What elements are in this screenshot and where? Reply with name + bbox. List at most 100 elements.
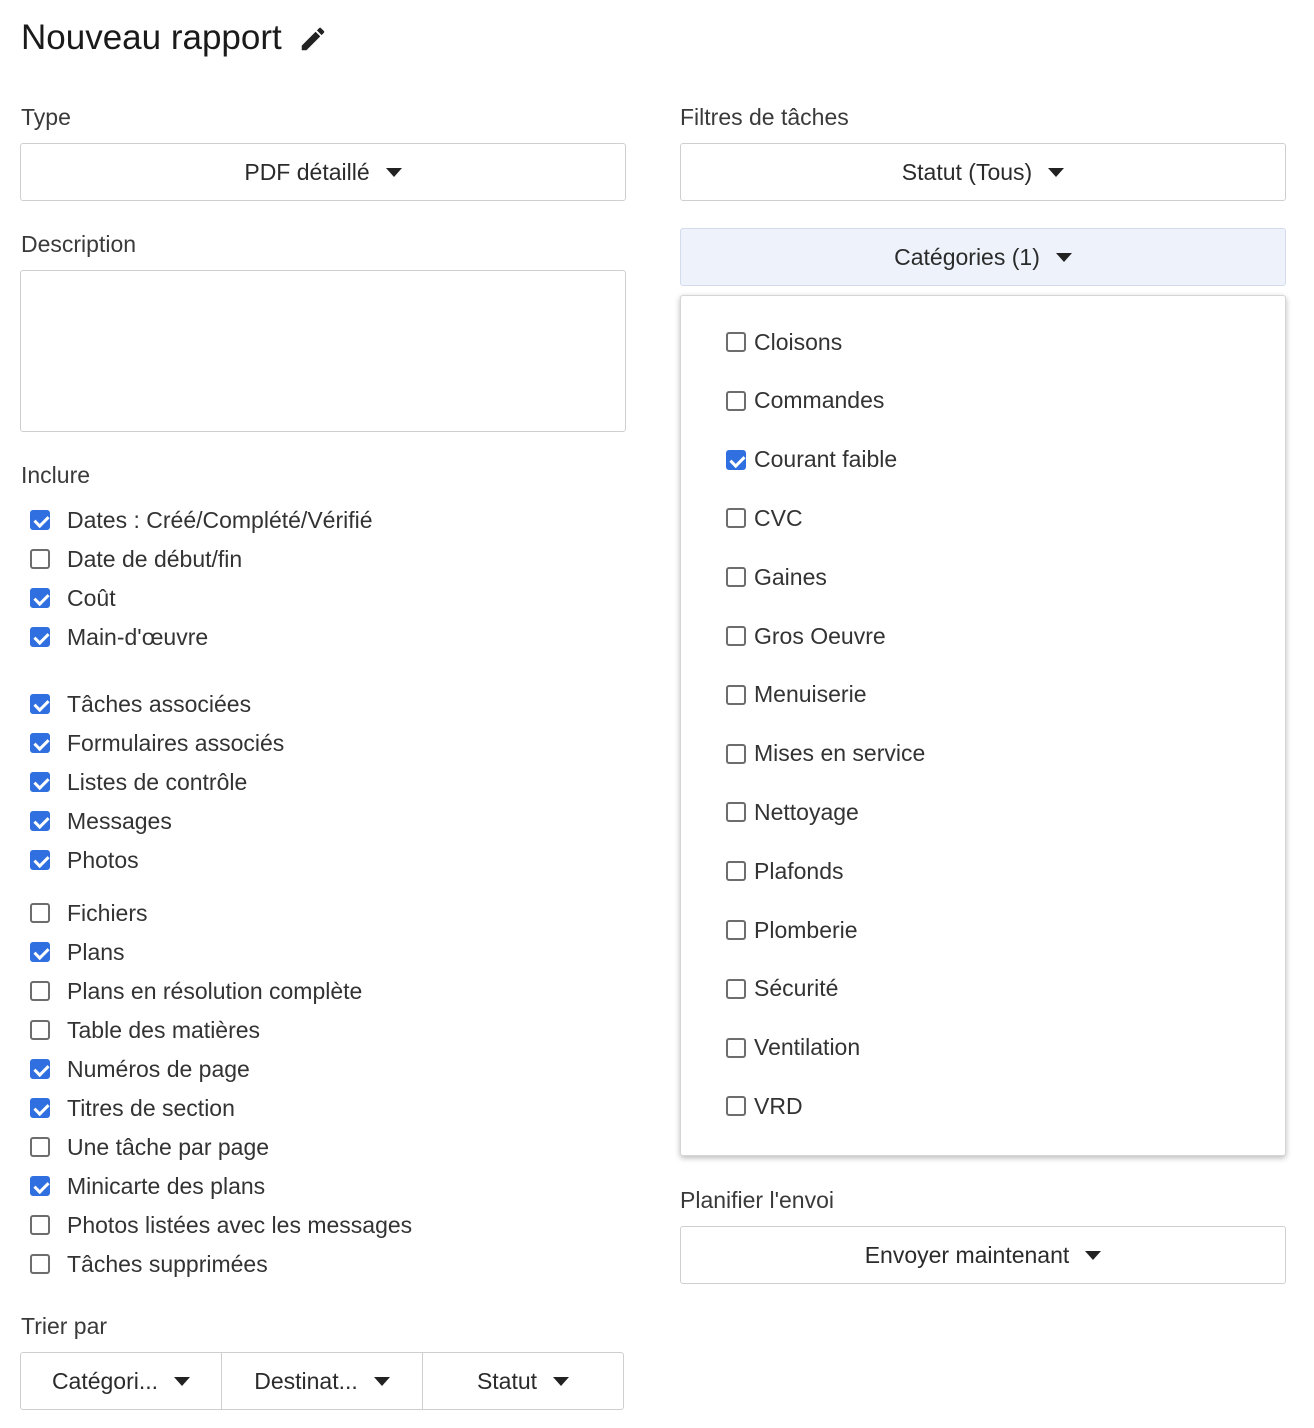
include-option[interactable]: Main-d'œuvre (30, 622, 208, 652)
include-option-label: Plans (67, 938, 125, 965)
checkbox-checked[interactable] (30, 1098, 50, 1118)
category-option-label: Sécurité (754, 975, 839, 1002)
sort-option-label: Statut (476, 1367, 538, 1394)
include-option[interactable]: Messages (30, 806, 172, 836)
sort-option-assignee[interactable]: Destinat... (222, 1353, 423, 1409)
status-filter-select[interactable]: Statut (Tous) (680, 143, 1286, 201)
checkbox-checked[interactable] (30, 1176, 50, 1196)
checkbox-checked[interactable] (30, 1059, 50, 1079)
category-option-label: Gaines (754, 563, 827, 590)
category-option[interactable]: VRD (726, 1091, 803, 1121)
checkbox-unchecked[interactable] (726, 390, 746, 411)
include-option[interactable]: Dates : Créé/Complété/Vérifié (30, 505, 373, 535)
checkbox-checked[interactable] (30, 694, 50, 714)
category-option[interactable]: Gaines (726, 562, 827, 592)
type-select[interactable]: PDF détaillé (20, 143, 626, 201)
categories-filter-select[interactable]: Catégories (1) (680, 228, 1286, 286)
checkbox-unchecked[interactable] (726, 1037, 746, 1058)
checkbox-checked[interactable] (726, 449, 746, 470)
checkbox-checked[interactable] (30, 772, 50, 792)
checkbox-unchecked[interactable] (30, 1215, 50, 1235)
include-option[interactable]: Numéros de page (30, 1054, 250, 1084)
schedule-label: Planifier l'envoi (680, 1187, 834, 1213)
checkbox-unchecked[interactable] (726, 920, 746, 940)
type-select-value: PDF détaillé (244, 158, 370, 185)
include-option[interactable]: Tâches associées (30, 689, 251, 719)
category-option[interactable]: Mises en service (726, 739, 925, 769)
category-option[interactable]: Ventilation (726, 1033, 860, 1063)
include-option[interactable]: Formulaires associés (30, 728, 284, 758)
checkbox-unchecked[interactable] (726, 508, 746, 529)
category-option[interactable]: Courant faible (726, 445, 897, 475)
sort-option-category[interactable]: Catégori... (21, 1353, 222, 1409)
schedule-select[interactable]: Envoyer maintenant (680, 1226, 1286, 1284)
include-option[interactable]: Titres de section (30, 1093, 235, 1123)
include-option[interactable]: Fichiers (30, 898, 148, 928)
include-option[interactable]: Une tâche par page (30, 1132, 269, 1162)
sort-option-status[interactable]: Statut (423, 1353, 623, 1409)
include-option[interactable]: Plans (30, 937, 125, 967)
checkbox-unchecked[interactable] (726, 626, 746, 646)
page-title-text: Nouveau rapport (21, 18, 282, 57)
caret-down-icon (174, 1376, 191, 1386)
include-option-label: Formulaires associés (67, 729, 285, 756)
description-textarea[interactable] (20, 270, 626, 432)
include-option[interactable]: Date de début/fin (30, 544, 242, 574)
include-option[interactable]: Plans en résolution complète (30, 976, 362, 1006)
pencil-icon[interactable] (298, 23, 328, 53)
checkbox-checked[interactable] (30, 811, 50, 831)
caret-down-icon (1048, 167, 1065, 177)
category-option[interactable]: Commandes (726, 386, 884, 416)
category-option-label: Gros Oeuvre (754, 622, 886, 649)
checkbox-unchecked[interactable] (726, 861, 746, 882)
include-option[interactable]: Listes de contrôle (30, 767, 247, 797)
checkbox-unchecked[interactable] (30, 903, 50, 923)
checkbox-unchecked[interactable] (726, 567, 746, 588)
category-option-label: Cloisons (754, 328, 843, 355)
category-option[interactable]: Plomberie (726, 915, 858, 945)
include-option-label: Coût (67, 584, 116, 611)
checkbox-checked[interactable] (30, 942, 50, 962)
checkbox-checked[interactable] (30, 733, 50, 753)
category-option[interactable]: Sécurité (726, 974, 838, 1004)
include-option-label: Date de début/fin (67, 545, 243, 572)
checkbox-unchecked[interactable] (726, 802, 746, 823)
include-option[interactable]: Photos (30, 845, 139, 875)
category-option[interactable]: Cloisons (726, 327, 842, 357)
checkbox-unchecked[interactable] (726, 1096, 746, 1117)
include-option[interactable]: Minicarte des plans (30, 1171, 265, 1201)
category-option-label: VRD (754, 1092, 803, 1119)
checkbox-unchecked[interactable] (30, 1137, 50, 1157)
include-option[interactable]: Table des matières (30, 1015, 260, 1045)
checkbox-unchecked[interactable] (726, 332, 746, 352)
checkbox-checked[interactable] (30, 850, 50, 870)
checkbox-checked[interactable] (30, 588, 50, 608)
include-option[interactable]: Coût (30, 583, 116, 613)
checkbox-unchecked[interactable] (726, 978, 746, 999)
category-option[interactable]: Plafonds (726, 856, 844, 886)
type-label: Type (21, 104, 71, 130)
include-option-label: Fichiers (67, 899, 148, 926)
category-option-label: Mises en service (754, 740, 926, 767)
category-option[interactable]: Menuiserie (726, 680, 867, 710)
category-option[interactable]: Gros Oeuvre (726, 621, 886, 651)
include-option[interactable]: Tâches supprimées (30, 1249, 268, 1279)
include-option-label: Titres de section (67, 1094, 235, 1121)
checkbox-checked[interactable] (30, 510, 50, 530)
category-option[interactable]: CVC (726, 503, 803, 533)
checkbox-unchecked[interactable] (726, 684, 746, 705)
category-option[interactable]: Nettoyage (726, 797, 859, 827)
checkbox-unchecked[interactable] (30, 549, 50, 569)
checkbox-unchecked[interactable] (30, 981, 50, 1001)
include-option-label: Photos (67, 846, 139, 873)
include-option[interactable]: Photos listées avec les messages (30, 1210, 412, 1240)
page-title: Nouveau rapport (21, 18, 328, 58)
checkbox-unchecked[interactable] (30, 1020, 50, 1040)
checkbox-checked[interactable] (30, 627, 50, 647)
checkbox-unchecked[interactable] (30, 1254, 50, 1274)
category-option-label: Plafonds (754, 857, 844, 884)
checkbox-unchecked[interactable] (726, 743, 746, 764)
include-label: Inclure (21, 462, 91, 488)
include-option-label: Dates : Créé/Complété/Vérifié (67, 506, 373, 533)
sort-button-group: Catégori... Destinat... Statut (20, 1352, 624, 1410)
